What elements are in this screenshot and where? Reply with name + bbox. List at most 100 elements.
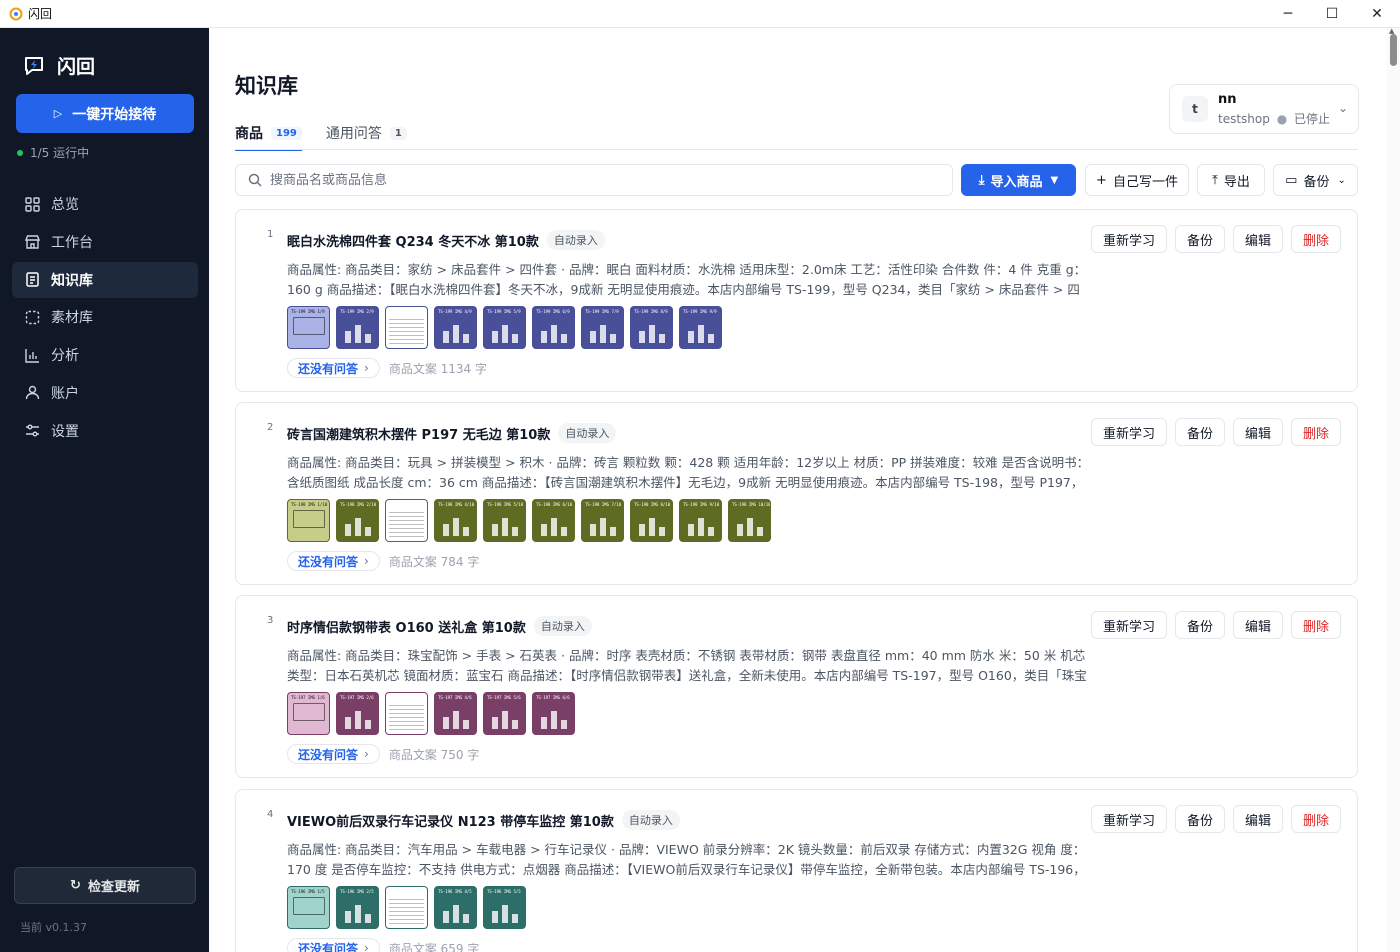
sidebar-item-label: 素材库: [51, 310, 93, 327]
product-image-thumbnail[interactable]: TS-198 IMG 10/10: [728, 499, 771, 542]
product-image-thumbnail[interactable]: TS-196 IMG 5/5: [483, 886, 526, 929]
edit-button[interactable]: 编辑: [1232, 611, 1283, 639]
tab-general-qa[interactable]: 通用问答 1: [326, 116, 407, 150]
delete-button[interactable]: 删除: [1290, 805, 1341, 833]
chevron-down-icon: ⌄: [1337, 101, 1348, 115]
play-icon: ▷: [53, 107, 63, 120]
shop-switcher[interactable]: t nn testshop ● 已停止 ⌄: [1169, 84, 1359, 134]
sidebar-item-settings[interactable]: 设置: [12, 413, 198, 449]
no-qa-button[interactable]: 还没有问答 ›: [287, 744, 380, 764]
relearn-button[interactable]: 重新学习: [1090, 805, 1167, 833]
product-image-thumbnail[interactable]: TS-199 IMG 8/9: [630, 306, 673, 349]
product-image-thumbnail[interactable]: TS-199 IMG 5/9: [483, 306, 526, 349]
product-image-thumbnail[interactable]: TS-197 IMG 5/6: [483, 692, 526, 735]
relearn-button[interactable]: 重新学习: [1090, 418, 1167, 446]
backup-menu-button[interactable]: ▭ 备份 ⌄: [1273, 164, 1358, 196]
backup-button[interactable]: 备份: [1174, 805, 1225, 833]
window-title: 闪回: [28, 7, 53, 21]
export-button[interactable]: ⤒ 导出: [1197, 164, 1265, 196]
minimize-button[interactable]: ─: [1265, 0, 1311, 28]
close-button[interactable]: ✕: [1354, 0, 1400, 28]
backup-button[interactable]: 备份: [1174, 611, 1225, 639]
grid-icon: [24, 196, 40, 212]
import-products-button[interactable]: ⤓ 导入商品 ▼: [961, 164, 1076, 196]
start-reception-button[interactable]: ▷ 一键开始接待: [16, 94, 194, 133]
product-image-thumbnail[interactable]: TS-196 IMG 3/5: [385, 886, 428, 929]
sidebar-item-account[interactable]: 账户: [12, 375, 198, 411]
no-qa-button[interactable]: 还没有问答 ›: [287, 938, 380, 952]
char-count: 商品文案 750 字: [388, 747, 480, 762]
maximize-button[interactable]: ☐: [1309, 0, 1355, 28]
product-image-thumbnail[interactable]: TS-197 IMG 2/6: [336, 692, 379, 735]
write-own-button[interactable]: + 自己写一件: [1085, 164, 1189, 196]
scrollbar-thumb[interactable]: [1390, 34, 1397, 66]
edit-button[interactable]: 编辑: [1232, 418, 1283, 446]
no-qa-label: 还没有问答: [298, 554, 359, 569]
product-index: 4: [267, 809, 274, 820]
product-footer: 还没有问答 › 商品文案 659 字: [287, 938, 479, 952]
auto-entry-badge: 自动录入: [558, 423, 617, 443]
scrollbar[interactable]: ▲: [1387, 27, 1400, 952]
main-content: 知识库 商品 199 通用问答 1 t nn testshop ● 已停止 ⌄ …: [209, 28, 1400, 952]
product-image-thumbnail[interactable]: TS-198 IMG 7/10: [581, 499, 624, 542]
relearn-button[interactable]: 重新学习: [1090, 611, 1167, 639]
product-image-thumbnail[interactable]: TS-196 IMG 2/5: [336, 886, 379, 929]
auto-entry-badge: 自动录入: [533, 616, 592, 636]
product-image-thumbnail[interactable]: TS-198 IMG 3/10: [385, 499, 428, 542]
chevron-right-icon: ›: [364, 554, 369, 568]
edit-button[interactable]: 编辑: [1232, 805, 1283, 833]
no-qa-button[interactable]: 还没有问答 ›: [287, 358, 380, 378]
sidebar-item-knowledge-base[interactable]: 知识库: [12, 261, 198, 298]
delete-button[interactable]: 删除: [1290, 611, 1341, 639]
plus-icon: +: [1096, 172, 1107, 188]
product-images: TS-196 IMG 1/5 TS-196 IMG 2/5 TS-196 IMG 3…: [287, 886, 532, 929]
search-input[interactable]: [270, 172, 910, 188]
sidebar-item-assets[interactable]: 素材库: [12, 299, 198, 335]
delete-button[interactable]: 删除: [1290, 225, 1341, 253]
delete-button[interactable]: 删除: [1290, 418, 1341, 446]
product-image-thumbnail[interactable]: TS-199 IMG 6/9: [532, 306, 575, 349]
status-dot-icon: ●: [1276, 111, 1288, 126]
product-image-thumbnail[interactable]: TS-197 IMG 6/6: [532, 692, 575, 735]
product-image-thumbnail[interactable]: TS-199 IMG 7/9: [581, 306, 624, 349]
import-label: 导入商品: [990, 174, 1043, 190]
tab-products[interactable]: 商品 199: [235, 116, 302, 151]
product-index: 2: [267, 422, 274, 433]
auto-entry-badge: 自动录入: [621, 810, 680, 830]
char-count: 商品文案 784 字: [388, 554, 480, 569]
product-image-thumbnail[interactable]: TS-199 IMG 3/9: [385, 306, 428, 349]
check-update-button[interactable]: ↻ 检查更新: [14, 867, 196, 904]
product-image-thumbnail[interactable]: TS-199 IMG 4/9: [434, 306, 477, 349]
no-qa-button[interactable]: 还没有问答 ›: [287, 551, 380, 571]
product-image-thumbnail[interactable]: TS-196 IMG 1/5: [287, 886, 330, 929]
backup-button[interactable]: 备份: [1174, 418, 1225, 446]
product-image-thumbnail[interactable]: TS-199 IMG 1/9: [287, 306, 330, 349]
product-image-thumbnail[interactable]: TS-197 IMG 1/6: [287, 692, 330, 735]
edit-button[interactable]: 编辑: [1232, 225, 1283, 253]
product-actions: 重新学习 备份 编辑 删除: [1083, 225, 1341, 253]
product-image-thumbnail[interactable]: TS-198 IMG 8/10: [630, 499, 673, 542]
char-count: 商品文案 1134 字: [388, 361, 487, 376]
product-image-thumbnail[interactable]: TS-198 IMG 9/10: [679, 499, 722, 542]
product-image-thumbnail[interactable]: TS-197 IMG 3/6: [385, 692, 428, 735]
product-image-thumbnail[interactable]: TS-198 IMG 6/10: [532, 499, 575, 542]
product-actions: 重新学习 备份 编辑 删除: [1083, 805, 1341, 833]
relearn-button[interactable]: 重新学习: [1090, 225, 1167, 253]
product-image-thumbnail[interactable]: TS-198 IMG 5/10: [483, 499, 526, 542]
product-image-thumbnail[interactable]: TS-198 IMG 1/10: [287, 499, 330, 542]
run-status: 1/5 运行中: [17, 144, 89, 161]
sidebar-item-workbench[interactable]: 工作台: [12, 224, 198, 260]
product-image-thumbnail[interactable]: TS-197 IMG 4/6: [434, 692, 477, 735]
sidebar-item-overview[interactable]: 总览: [12, 186, 198, 222]
backup-button[interactable]: 备份: [1174, 225, 1225, 253]
sidebar-item-label: 分析: [51, 348, 79, 365]
store-icon: [24, 234, 40, 250]
product-image-thumbnail[interactable]: TS-198 IMG 2/10: [336, 499, 379, 542]
no-qa-label: 还没有问答: [298, 941, 359, 952]
sidebar-item-analytics[interactable]: 分析: [12, 337, 198, 373]
product-image-thumbnail[interactable]: TS-196 IMG 4/5: [434, 886, 477, 929]
backup-label: 备份: [1303, 174, 1330, 190]
product-image-thumbnail[interactable]: TS-199 IMG 2/9: [336, 306, 379, 349]
product-image-thumbnail[interactable]: TS-198 IMG 4/10: [434, 499, 477, 542]
product-image-thumbnail[interactable]: TS-199 IMG 9/9: [679, 306, 722, 349]
